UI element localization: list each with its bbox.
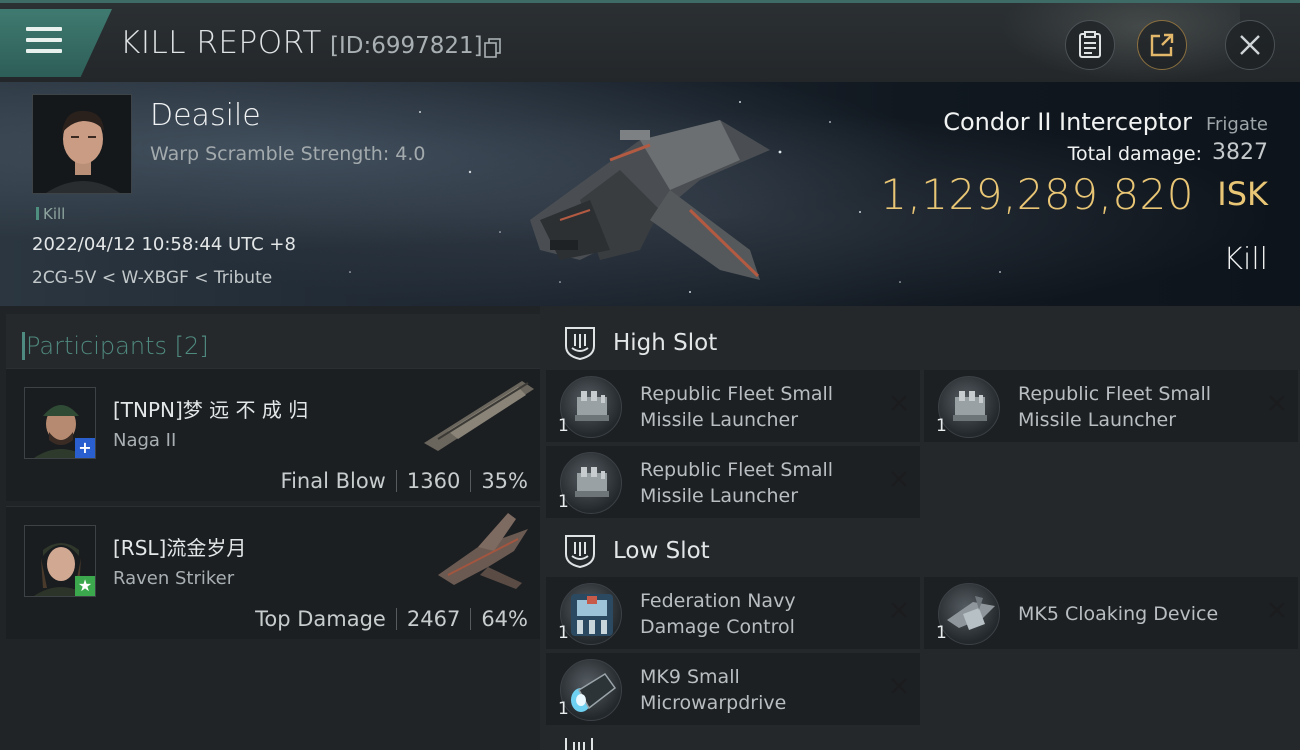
- participant-damage: 2467: [406, 607, 461, 631]
- low-slot-header: Low Slot: [546, 520, 1300, 580]
- damage-control-icon: [560, 583, 622, 645]
- destroyed-icon: [891, 395, 907, 411]
- module-quantity: 1: [558, 623, 569, 643]
- module-item[interactable]: 1 Republic Fleet Small Missile Launcher: [546, 370, 920, 442]
- high-slot-icon: [565, 327, 595, 360]
- low-slot-icon: [565, 535, 595, 568]
- condor-ship-image: [530, 120, 770, 280]
- participant-ship: Naga II: [113, 430, 177, 451]
- participants-title: Participants [2]: [22, 332, 209, 360]
- share-button[interactable]: [1137, 20, 1187, 70]
- participant-role: Final Blow: [280, 469, 386, 493]
- isk-value: 1,129,289,820: [880, 170, 1194, 219]
- cloaking-device-icon: [938, 583, 1000, 645]
- module-name: Federation Navy Damage Control: [640, 590, 796, 638]
- corp-badge: +: [75, 438, 95, 458]
- menu-icon[interactable]: [26, 27, 62, 55]
- destroyed-icon: [1269, 395, 1285, 411]
- close-button[interactable]: [1225, 20, 1275, 70]
- result-label: Kill: [1223, 242, 1268, 277]
- total-damage-label: Total damage:: [1067, 143, 1202, 165]
- copy-icon[interactable]: [484, 38, 502, 58]
- victim-avatar: [33, 95, 131, 193]
- participant-percent: 35%: [481, 469, 528, 493]
- victim-name[interactable]: Deasile: [150, 98, 261, 133]
- ship-class: Frigate: [1205, 114, 1268, 135]
- naga-ship-image: [424, 381, 534, 451]
- missile-launcher-icon: [560, 452, 622, 514]
- participant-card[interactable]: ★ [RSL]流金岁月 Raven Striker Top Damage 2467…: [6, 506, 540, 639]
- clipboard-button[interactable]: [1065, 20, 1115, 70]
- module-item[interactable]: 1 MK5 Cloaking Device: [924, 577, 1298, 649]
- background-planet: [1000, 3, 1240, 83]
- participant-name: [RSL]流金岁月: [113, 536, 247, 560]
- module-name: MK5 Cloaking Device: [1018, 603, 1219, 625]
- isk-unit: ISK: [1217, 175, 1268, 213]
- participants-header: Participants [2]: [6, 314, 540, 368]
- module-name: MK9 Small Microwarpdrive: [640, 666, 787, 714]
- missile-launcher-icon: [938, 376, 1000, 438]
- module-item[interactable]: 1 Federation Navy Damage Control: [546, 577, 920, 649]
- microwarpdrive-icon: [560, 659, 622, 721]
- report-id: [ID:6997821]: [330, 33, 483, 59]
- participant-name: [TNPN]梦 远 不 成 归: [113, 398, 309, 422]
- participant-stats: Final Blow 1360 35%: [281, 469, 528, 493]
- module-quantity: 1: [936, 623, 947, 643]
- module-quantity: 1: [936, 416, 947, 436]
- total-damage-value: 3827: [1212, 140, 1268, 165]
- top-bar: KILL REPORT [ID:6997821]: [0, 0, 1300, 83]
- module-quantity: 1: [558, 416, 569, 436]
- module-name: Republic Fleet Small Missile Launcher: [640, 383, 834, 431]
- kill-tag: Kill: [36, 205, 65, 223]
- participant-percent: 64%: [481, 607, 528, 631]
- missile-launcher-icon: [560, 376, 622, 438]
- participants-panel: Participants [2] + [TNPN]梦 远 不 成 归 Naga …: [0, 306, 540, 750]
- module-name: Republic Fleet Small Missile Launcher: [640, 459, 834, 507]
- corp-badge: ★: [75, 576, 95, 596]
- module-item[interactable]: 1 MK9 Small Microwarpdrive: [546, 653, 920, 725]
- page-title: KILL REPORT: [120, 25, 322, 61]
- close-icon: [1240, 35, 1260, 55]
- next-slot-icon: [565, 738, 593, 750]
- participant-avatar: ★: [24, 525, 96, 597]
- destroyed-icon: [891, 602, 907, 618]
- fitting-panel: High Slot 1 Republic Fleet Small Missile …: [540, 306, 1300, 750]
- participant-card[interactable]: + [TNPN]梦 远 不 成 归 Naga II Final Blow 1360…: [6, 368, 540, 501]
- share-icon: [1150, 33, 1174, 57]
- destroyed-icon: [891, 678, 907, 694]
- ship-name[interactable]: Condor II Interceptor: [943, 108, 1192, 136]
- warp-scramble-strength: Warp Scramble Strength: 4.0: [150, 143, 426, 165]
- participant-role: Top Damage: [255, 607, 386, 631]
- module-name: Republic Fleet Small Missile Launcher: [1018, 383, 1212, 431]
- clipboard-icon: [1079, 31, 1101, 58]
- participant-avatar: +: [24, 387, 96, 459]
- module-quantity: 1: [558, 699, 569, 719]
- participant-ship: Raven Striker: [113, 568, 235, 589]
- destroyed-icon: [891, 471, 907, 487]
- high-slot-header: High Slot: [546, 312, 1300, 372]
- participant-stats: Top Damage 2467 64%: [255, 607, 528, 631]
- kill-timestamp: 2022/04/12 10:58:44 UTC +8: [32, 234, 296, 255]
- module-item[interactable]: 1 Republic Fleet Small Missile Launcher: [546, 446, 920, 518]
- victim-portrait[interactable]: [32, 94, 132, 194]
- raven-ship-image: [438, 513, 528, 589]
- participant-damage: 1360: [406, 469, 461, 493]
- module-quantity: 1: [558, 492, 569, 512]
- kill-location[interactable]: 2CG-5V < W-XBGF < Tribute: [32, 268, 272, 288]
- destroyed-icon: [1269, 602, 1285, 618]
- low-slot-title: Low Slot: [613, 538, 710, 564]
- module-item[interactable]: 1 Republic Fleet Small Missile Launcher: [924, 370, 1298, 442]
- high-slot-title: High Slot: [613, 330, 718, 356]
